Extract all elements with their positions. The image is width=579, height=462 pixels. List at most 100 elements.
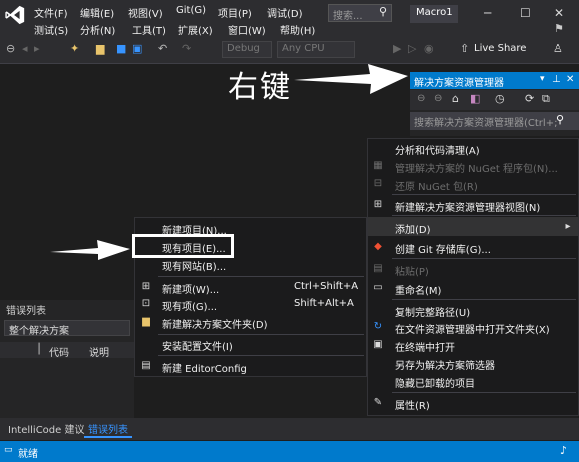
separator bbox=[158, 355, 364, 356]
account-icon[interactable]: ♙ bbox=[553, 42, 563, 55]
ctx-paste[interactable]: 粘贴(P) bbox=[395, 263, 429, 278]
se-forward-icon[interactable]: ⊖ bbox=[434, 93, 442, 104]
nuget-icon: ▦ bbox=[373, 160, 383, 171]
sync-icon[interactable]: ⟳ bbox=[525, 92, 534, 105]
menu-window[interactable]: 窗口(W) bbox=[228, 22, 266, 37]
sub-install-config[interactable]: 安装配置文件(I) bbox=[162, 338, 233, 353]
menu-tools[interactable]: 工具(T) bbox=[132, 22, 166, 37]
annotation-arrow-existing-project bbox=[50, 240, 130, 260]
ctx-open-in-explorer[interactable]: 在文件资源管理器中打开文件夹(X) bbox=[395, 321, 550, 336]
ctx-manage-nuget[interactable]: 管理解决方案的 NuGet 程序包(N)... bbox=[395, 160, 558, 175]
terminal-icon: ▣ bbox=[373, 339, 383, 350]
pin-icon[interactable]: ⊥ bbox=[552, 74, 561, 85]
ctx-restore-nuget[interactable]: 还原 NuGet 包(R) bbox=[395, 178, 478, 193]
error-list-title: 错误列表 bbox=[6, 306, 46, 317]
tab-intellicode[interactable]: IntelliCode 建议 bbox=[4, 421, 88, 436]
back-arrow-icon[interactable]: ◂ bbox=[22, 42, 28, 55]
tab-error-list[interactable]: 错误列表 bbox=[84, 421, 132, 438]
menu-git[interactable]: Git(G) bbox=[176, 5, 206, 16]
separator bbox=[392, 299, 576, 300]
search-icon: ⚲ bbox=[378, 5, 387, 18]
sub-existing-website[interactable]: 现有网站(B)... bbox=[162, 258, 226, 273]
visual-studio-logo-icon[interactable] bbox=[4, 4, 26, 26]
solution-explorer-title: 解决方案资源管理器 bbox=[414, 78, 504, 89]
menu-help[interactable]: 帮助(H) bbox=[280, 22, 315, 37]
solution-explorer-search-input[interactable]: 搜索解决方案资源管理器(Ctrl+; bbox=[410, 112, 579, 130]
configuration-select[interactable]: Debug bbox=[222, 41, 272, 58]
ctx-open-in-terminal[interactable]: 在终端中打开 bbox=[395, 339, 455, 354]
new-project-icon[interactable]: ✦ bbox=[70, 42, 79, 55]
editorconfig-icon: ▤ bbox=[141, 360, 151, 371]
ctx-rename[interactable]: 重命名(M) bbox=[395, 282, 441, 297]
menu-analyze[interactable]: 分析(N) bbox=[80, 22, 115, 37]
menu-project[interactable]: 项目(P) bbox=[218, 5, 252, 20]
rename-icon: ▭ bbox=[373, 282, 383, 293]
close-icon[interactable]: ✕ bbox=[554, 6, 564, 20]
minimize-icon[interactable]: ─ bbox=[484, 6, 491, 20]
menu-debug[interactable]: 调试(D) bbox=[267, 5, 303, 20]
restore-icon: ⊟ bbox=[373, 178, 383, 189]
forward-arrow-icon[interactable]: ▸ bbox=[34, 42, 40, 55]
home-icon[interactable]: ⌂ bbox=[452, 92, 459, 105]
maximize-icon[interactable]: ☐ bbox=[520, 6, 531, 20]
sub-new-editorconfig[interactable]: 新建 EditorConfig bbox=[162, 360, 247, 375]
collapse-icon[interactable]: ⧉ bbox=[542, 92, 550, 106]
ctx-copy-full-path[interactable]: 复制完整路径(U) bbox=[395, 304, 470, 319]
column-header-description[interactable]: 说明 bbox=[89, 344, 109, 359]
status-text: 就绪 bbox=[18, 449, 38, 460]
sub-new-solution-folder[interactable]: 新建解决方案文件夹(D) bbox=[162, 316, 268, 331]
se-back-icon[interactable]: ⊖ bbox=[417, 93, 425, 104]
se-close-icon[interactable]: ✕ bbox=[566, 74, 574, 85]
column-header-code[interactable]: 代码 bbox=[49, 344, 69, 359]
status-bar bbox=[0, 441, 579, 462]
ctx-save-as-filter[interactable]: 另存为解决方案筛选器 bbox=[395, 357, 495, 372]
error-scope-select[interactable]: 整个解决方案 bbox=[4, 320, 130, 337]
redo-icon[interactable]: ↷ bbox=[182, 42, 191, 55]
start-without-debug-icon[interactable]: ▷ bbox=[408, 42, 416, 55]
existing-item-icon: ⊡ bbox=[141, 298, 151, 309]
new-item-icon: ⊞ bbox=[141, 281, 151, 292]
live-share-button[interactable]: Live Share bbox=[474, 43, 526, 54]
annotation-label: 右键 bbox=[228, 70, 292, 105]
open-folder-icon[interactable]: ▆ bbox=[96, 42, 104, 55]
menu-view[interactable]: 视图(V) bbox=[128, 5, 163, 20]
attach-icon[interactable]: ◉ bbox=[424, 42, 434, 55]
menu-extensions[interactable]: 扩展(X) bbox=[178, 22, 213, 37]
notification-icon[interactable]: ♪ bbox=[560, 444, 567, 457]
submenu-arrow-icon: ▸ bbox=[565, 221, 571, 232]
paste-icon: ▤ bbox=[373, 263, 383, 274]
platform-select[interactable]: Any CPU bbox=[277, 41, 355, 58]
menu-edit[interactable]: 编辑(E) bbox=[80, 5, 114, 20]
separator bbox=[392, 258, 576, 259]
ctx-new-se-view[interactable]: 新建解决方案资源管理器视图(N) bbox=[395, 199, 540, 214]
feedback-icon[interactable]: ⚑ bbox=[554, 22, 564, 35]
annotation-highlight-box bbox=[132, 234, 234, 258]
column-divider: │ bbox=[36, 344, 43, 355]
sub-existing-item[interactable]: 现有项(G)... bbox=[162, 298, 217, 313]
start-icon[interactable]: ▶ bbox=[393, 42, 401, 55]
sub-new-item[interactable]: 新建项(W)... bbox=[162, 281, 219, 296]
menu-file[interactable]: 文件(F) bbox=[34, 5, 68, 20]
save-icon[interactable]: ■ bbox=[116, 42, 126, 55]
back-icon[interactable]: ⊖ bbox=[6, 42, 15, 55]
undo-icon[interactable]: ↶ bbox=[158, 42, 167, 55]
ctx-hide-unloaded[interactable]: 隐藏已卸载的项目 bbox=[395, 375, 475, 390]
solution-name-badge: Macro1 bbox=[410, 5, 458, 23]
se-search-icon: ⚲ bbox=[556, 113, 565, 126]
separator bbox=[158, 276, 364, 277]
history-icon[interactable]: ◷ bbox=[495, 92, 505, 105]
search-input[interactable]: 搜索... ⚲ bbox=[328, 4, 392, 22]
menu-test[interactable]: 测试(S) bbox=[34, 22, 68, 37]
ctx-properties[interactable]: 属性(R) bbox=[395, 397, 430, 412]
live-share-icon: ⇧ bbox=[460, 42, 470, 55]
ctx-add[interactable]: 添加(D) bbox=[395, 221, 431, 236]
vs-switch-icon[interactable]: ◧ bbox=[470, 92, 480, 105]
new-view-icon: ⊞ bbox=[373, 199, 383, 210]
save-all-icon[interactable]: ▣ bbox=[132, 42, 142, 55]
status-icon: ▭ bbox=[4, 445, 13, 455]
separator bbox=[158, 334, 364, 335]
separator bbox=[392, 215, 576, 216]
ctx-analyze-cleanup[interactable]: 分析和代码清理(A) bbox=[395, 142, 480, 157]
window-position-icon[interactable]: ▾ bbox=[540, 74, 545, 84]
ctx-create-git-repo[interactable]: 创建 Git 存储库(G)... bbox=[395, 241, 491, 256]
